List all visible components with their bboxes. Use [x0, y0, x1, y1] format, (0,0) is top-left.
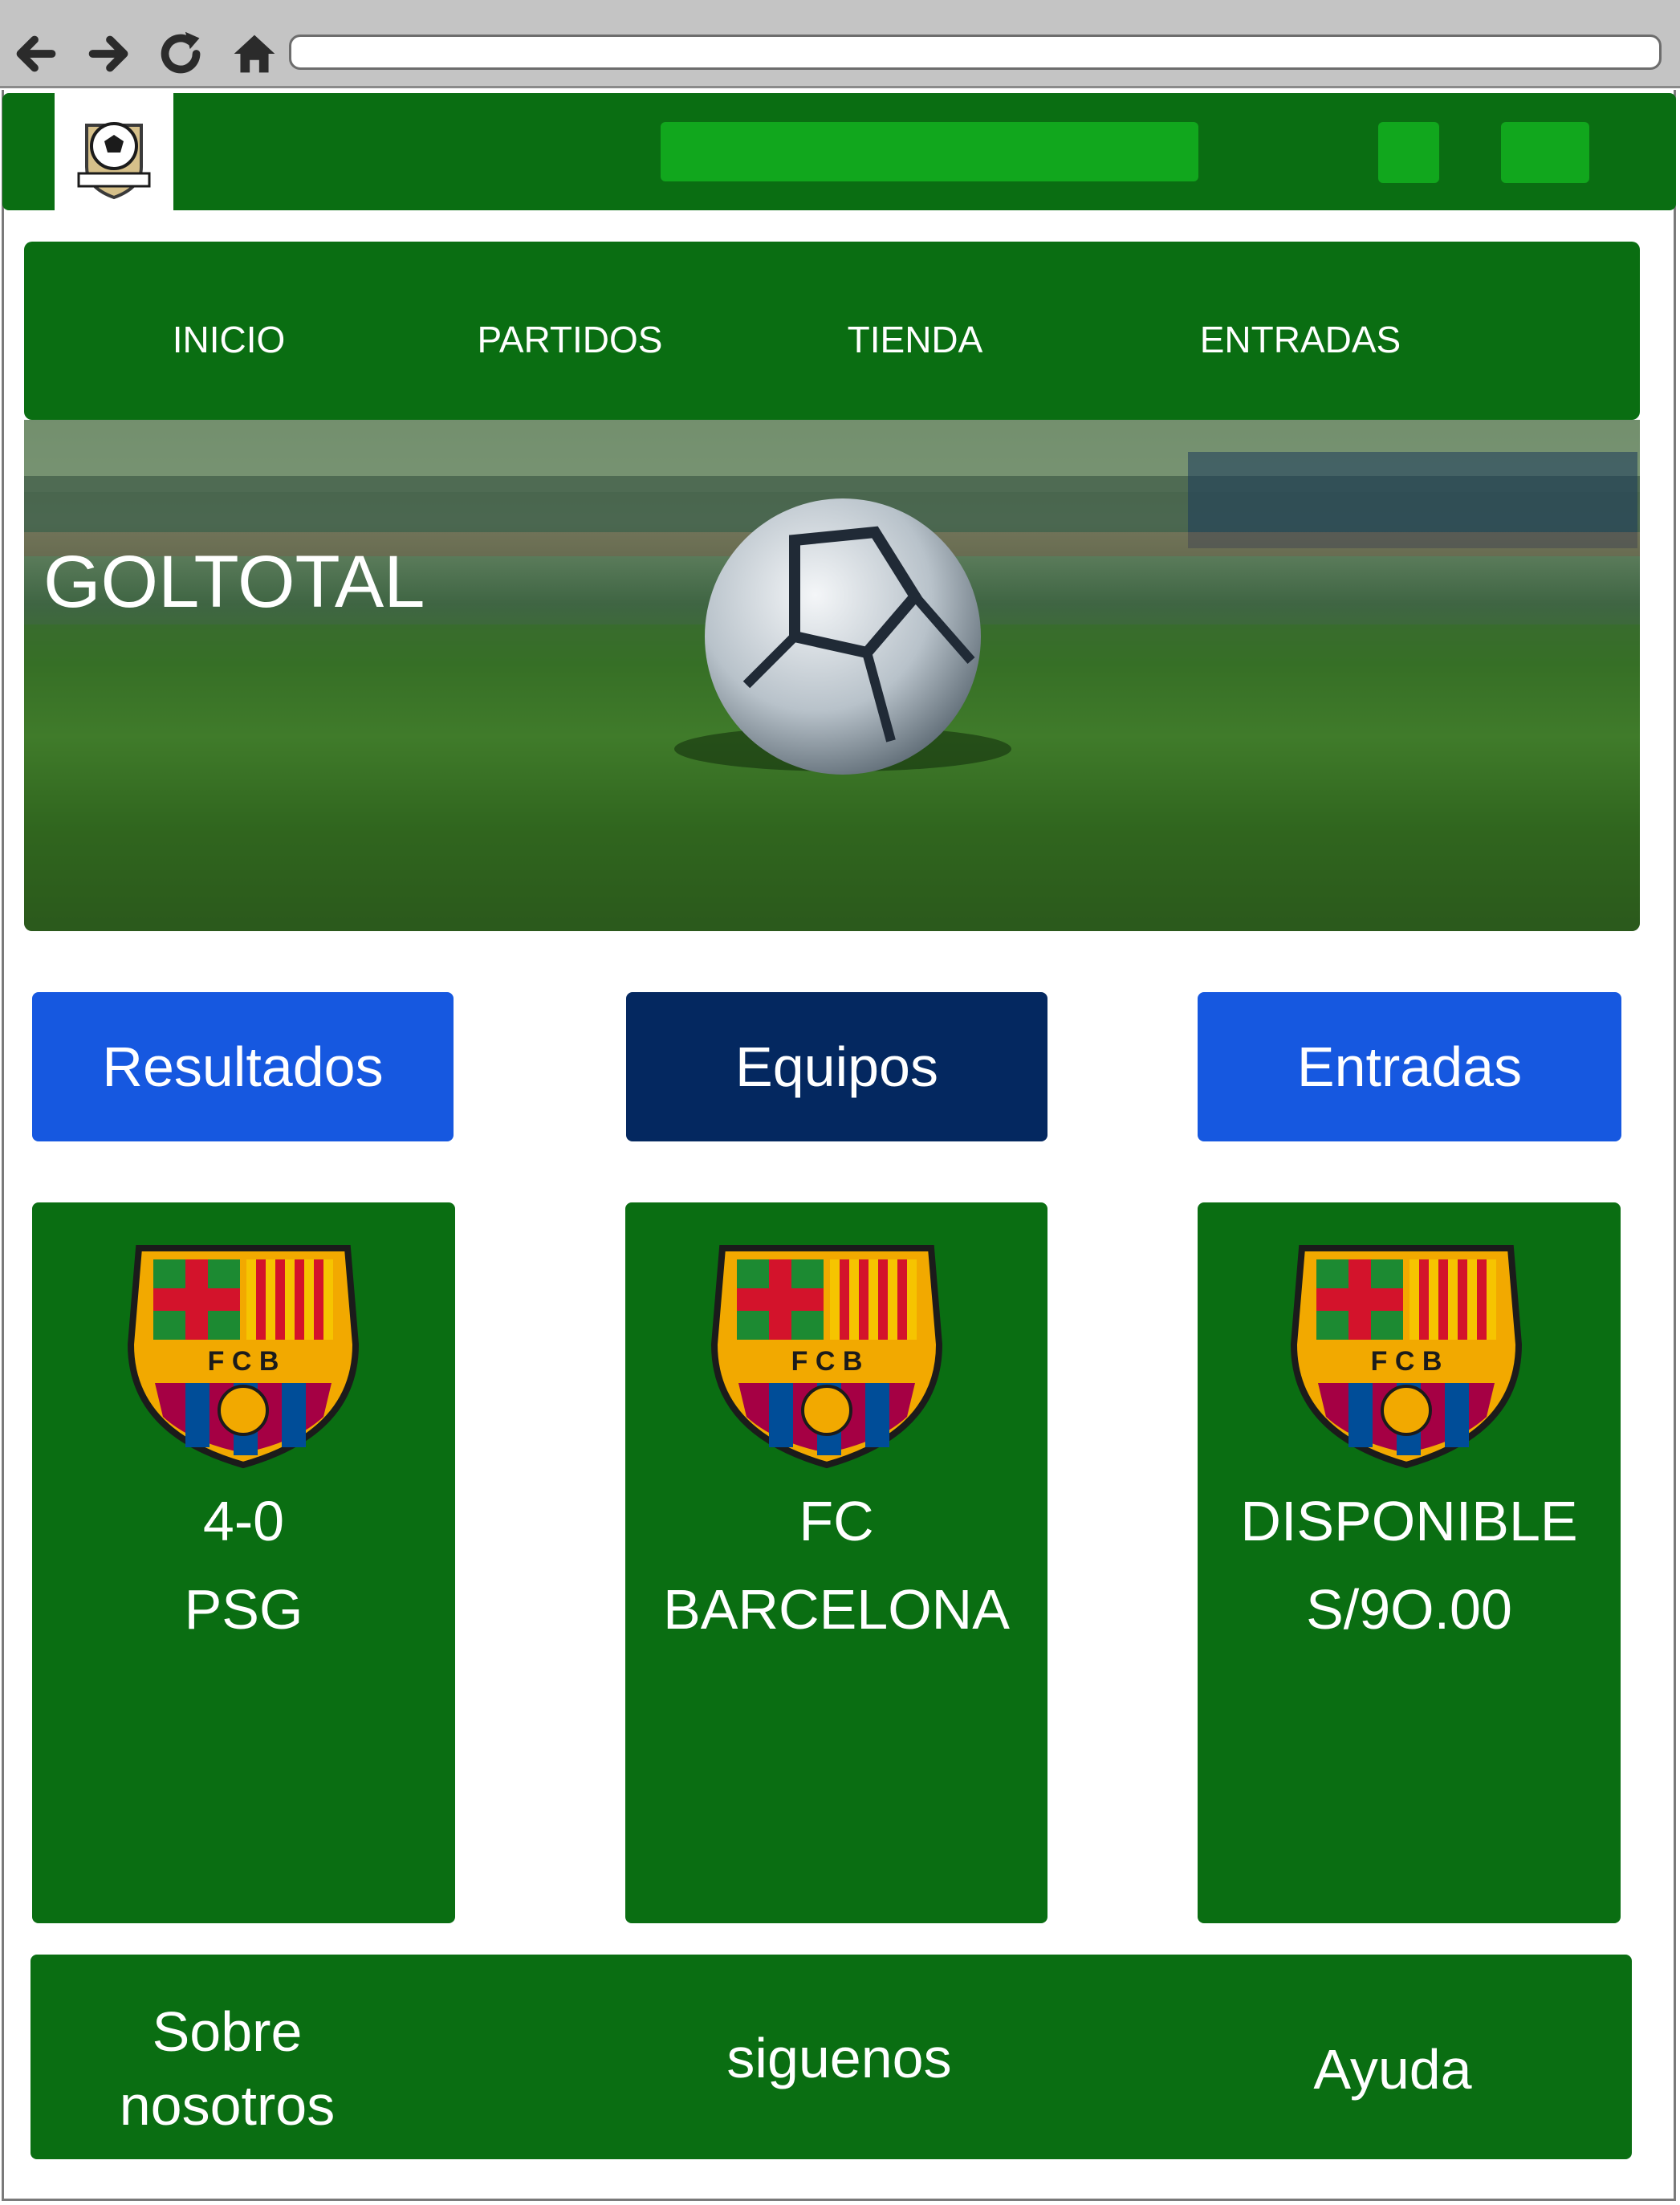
team-name-line2: BARCELONA	[663, 1578, 1010, 1641]
match-score: 4-0	[202, 1490, 285, 1552]
reload-icon[interactable]	[151, 22, 214, 85]
forward-arrow-icon[interactable]	[79, 22, 141, 85]
nav-item-tienda[interactable]: TIENDA	[827, 311, 1003, 368]
svg-text:F C B: F C B	[791, 1346, 863, 1377]
team-name-line1: FC	[799, 1490, 874, 1552]
entradas-button[interactable]: Entradas	[1198, 992, 1621, 1141]
svg-text:F C B: F C B	[208, 1346, 279, 1377]
equipos-button[interactable]: Equipos	[626, 992, 1047, 1141]
browser-toolbar	[0, 0, 1680, 88]
svg-text:F C B: F C B	[1371, 1346, 1442, 1377]
nav-item-partidos[interactable]: PARTIDOS	[458, 311, 682, 368]
nav-item-inicio[interactable]: INICIO	[153, 311, 305, 368]
soccer-ball-crest-icon	[77, 122, 151, 200]
result-card-text: 4-0 PSG	[32, 1477, 455, 1654]
fc-barcelona-crest-icon: F C B	[1290, 1245, 1523, 1469]
footer-link-sobre-line1: Sobre	[152, 2000, 303, 2063]
hero-title: GOLTOTAL	[43, 541, 425, 623]
site-logo[interactable]	[55, 93, 173, 212]
fc-barcelona-crest-icon: F C B	[710, 1245, 943, 1469]
nav-item-entradas[interactable]: ENTRADAS	[1172, 311, 1429, 368]
footer-link-ayuda[interactable]: Ayuda	[1268, 2032, 1517, 2106]
hero-banner	[24, 420, 1640, 931]
opponent-name: PSG	[184, 1578, 303, 1641]
header-action-button[interactable]	[1378, 122, 1439, 183]
resultados-button[interactable]: Resultados	[32, 992, 454, 1141]
team-card-text: FC BARCELONA	[625, 1477, 1047, 1654]
header-menu-button[interactable]	[1501, 122, 1589, 183]
ticket-status: DISPONIBLE	[1240, 1490, 1578, 1552]
footer-link-sobre-nosotros[interactable]: Sobre nosotros	[95, 1995, 360, 2142]
home-icon[interactable]	[223, 22, 286, 85]
search-bar[interactable]	[661, 122, 1198, 181]
ticket-price: S/9O.00	[1306, 1578, 1512, 1641]
footer-link-sobre-line2: nosotros	[119, 2074, 336, 2137]
soccer-ball-on-grass-image	[24, 420, 1640, 931]
ticket-card-text: DISPONIBLE S/9O.00	[1198, 1477, 1621, 1654]
fc-barcelona-crest-icon: F C B	[127, 1245, 360, 1469]
address-bar[interactable]	[289, 35, 1662, 70]
back-arrow-icon[interactable]	[5, 22, 67, 85]
footer-link-siguenos[interactable]: siguenos	[705, 2021, 974, 2095]
